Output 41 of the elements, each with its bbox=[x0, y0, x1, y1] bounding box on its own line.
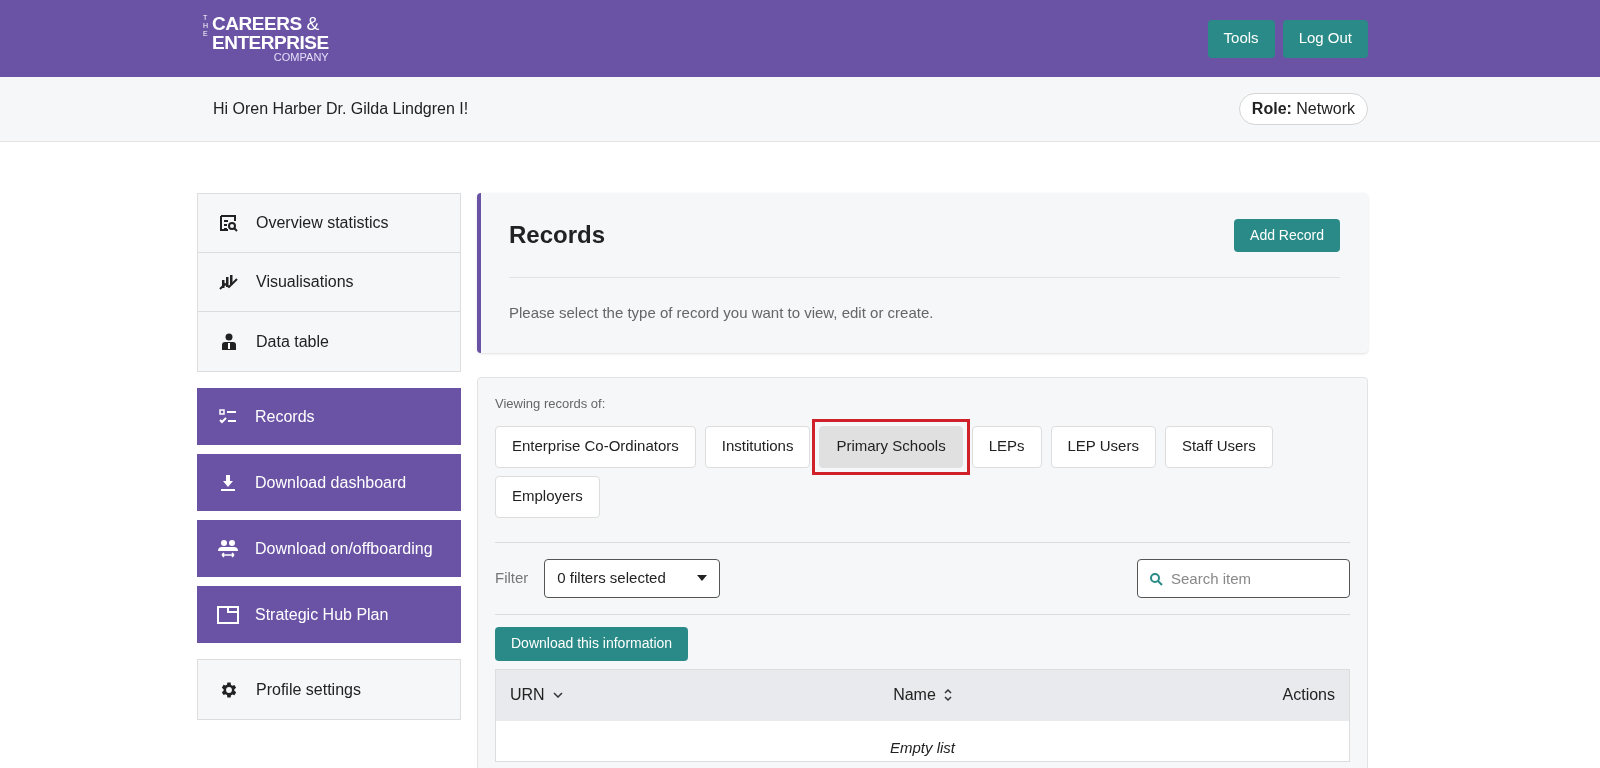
chart-icon bbox=[219, 272, 239, 292]
record-type-tab[interactable]: Primary Schools bbox=[819, 425, 963, 468]
download-icon bbox=[218, 472, 238, 493]
download-button[interactable]: Download this information bbox=[495, 626, 689, 661]
viewing-label: Viewing records of: bbox=[495, 395, 607, 413]
record-type-tab[interactable]: Employers bbox=[495, 475, 600, 518]
add-record-button[interactable]: Add Record bbox=[1234, 218, 1340, 252]
record-type-tab[interactable]: LEPs bbox=[971, 425, 1042, 468]
header-button[interactable]: Tools bbox=[1207, 19, 1275, 58]
role-badge: Role: Network bbox=[1238, 93, 1368, 125]
sidebar-item[interactable]: Download on/offboarding bbox=[197, 520, 461, 577]
person-icon bbox=[219, 331, 239, 352]
record-type-tab[interactable]: Enterprise Co-Ordinators bbox=[495, 425, 696, 468]
column-heading[interactable]: Actions bbox=[1282, 683, 1335, 707]
sidebar-item[interactable]: Data table bbox=[198, 312, 460, 371]
column-heading[interactable]: Name bbox=[893, 683, 952, 707]
empty-list-text: Empty list bbox=[890, 737, 955, 758]
page-title: Records bbox=[509, 220, 606, 250]
header-button[interactable]: Log Out bbox=[1282, 19, 1368, 58]
record-type-tab[interactable]: LEP Users bbox=[1050, 425, 1156, 468]
chevron-down-icon bbox=[552, 692, 563, 698]
search-icon bbox=[1149, 571, 1163, 586]
sidebar-item[interactable]: Download dashboard bbox=[197, 454, 461, 511]
record-type-tab[interactable]: Institutions bbox=[704, 425, 811, 468]
sidebar-item[interactable]: Profile settings bbox=[198, 660, 460, 719]
sidebar-item[interactable]: Strategic Hub Plan bbox=[197, 586, 461, 643]
sidebar-item[interactable]: Records bbox=[197, 388, 461, 445]
filter-dropdown[interactable]: 0 filters selected bbox=[544, 558, 721, 598]
caret-icon bbox=[697, 575, 708, 581]
sidebar-item[interactable]: Overview statistics bbox=[198, 194, 460, 253]
column-heading[interactable]: URN bbox=[510, 683, 563, 707]
search-field[interactable]: Search item bbox=[1137, 558, 1350, 598]
greeting-text: Hi Oren Harber Dr. Gilda Lindgren I! bbox=[213, 99, 469, 119]
filter-label: Filter bbox=[495, 567, 529, 588]
window-icon bbox=[217, 605, 239, 624]
sidebar-item[interactable]: Visualisations bbox=[198, 253, 460, 312]
people-exchange-icon bbox=[217, 538, 239, 559]
sort-icon bbox=[943, 688, 952, 702]
description-text: Please select the type of record you want to view, edit or create. bbox=[509, 303, 935, 323]
record-type-tab[interactable]: Staff Users bbox=[1164, 425, 1273, 468]
overview-icon bbox=[219, 213, 239, 233]
